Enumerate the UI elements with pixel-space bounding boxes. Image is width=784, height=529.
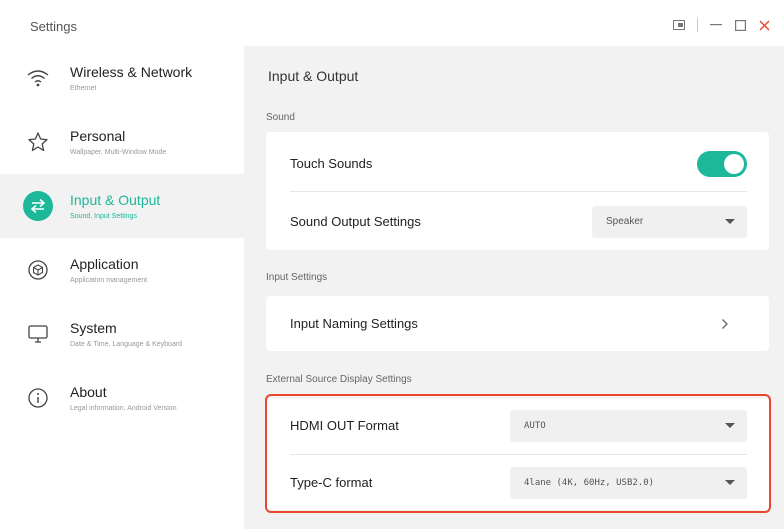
sound-output-row: Sound Output Settings Speaker [266, 194, 769, 249]
hdmi-out-row: HDMI OUT Format AUTO [266, 398, 769, 453]
caret-down-icon [725, 423, 735, 428]
section-label-external: External Source Display Settings [266, 374, 412, 385]
section-label-sound: Sound [266, 112, 295, 123]
info-icon [23, 383, 53, 413]
monitor-icon [23, 319, 53, 349]
main-panel: Input & Output Sound Touch Sounds Sound … [244, 46, 784, 529]
toggle-knob [724, 153, 744, 174]
title-bar: Settings [0, 0, 784, 46]
sidebar-item-input-output[interactable]: Input & Output Sound, Input Settings [0, 174, 244, 238]
type-c-row: Type-C format 4lane (4K, 60Hz, USB2.0) [266, 455, 769, 510]
input-naming-label: Input Naming Settings [290, 316, 418, 331]
sidebar: Wireless & Network Ethernet Personal Wal… [0, 46, 244, 529]
sidebar-item-label: Input & Output [70, 191, 161, 208]
external-display-card: HDMI OUT Format AUTO Type-C format 4lane… [266, 398, 769, 510]
picture-in-picture-icon[interactable] [667, 14, 691, 36]
sound-output-select[interactable]: Speaker [592, 205, 747, 238]
hdmi-out-label: HDMI OUT Format [290, 418, 399, 433]
cube-icon [23, 255, 53, 285]
sidebar-item-label: System [70, 319, 117, 336]
star-icon [23, 127, 53, 157]
sidebar-item-sublabel: Wallpaper, Multi-Window Mode [70, 148, 167, 156]
wifi-icon [23, 63, 53, 93]
maximize-icon[interactable] [728, 14, 752, 36]
row-divider [290, 191, 747, 192]
controls-divider [697, 18, 698, 32]
chevron-right-icon [722, 318, 728, 329]
type-c-label: Type-C format [290, 475, 373, 490]
close-icon[interactable] [752, 14, 776, 36]
sidebar-item-label: Application [70, 255, 139, 272]
sidebar-item-label: About [70, 383, 107, 400]
hdmi-out-value: AUTO [524, 420, 546, 431]
sidebar-item-label: Personal [70, 127, 126, 144]
sidebar-item-application[interactable]: Application Application management [0, 238, 244, 302]
caret-down-icon [725, 480, 735, 485]
sidebar-item-sublabel: Ethernet [70, 84, 97, 92]
input-card: Input Naming Settings [266, 296, 769, 351]
swap-arrows-icon [23, 191, 53, 221]
sidebar-item-sublabel: Sound, Input Settings [70, 212, 137, 220]
sidebar-item-sublabel: Legal information, Android Version [70, 404, 177, 412]
section-label-input: Input Settings [266, 272, 328, 283]
touch-sounds-toggle[interactable] [697, 150, 747, 177]
sidebar-item-sublabel: Date & Time, Language & Keyboard [70, 340, 183, 348]
type-c-value: 4lane (4K, 60Hz, USB2.0) [524, 477, 655, 488]
caret-down-icon [725, 219, 735, 224]
app-title: Settings [30, 19, 77, 34]
sidebar-item-about[interactable]: About Legal information, Android Version [0, 366, 244, 430]
page-title: Input & Output [268, 68, 359, 84]
sound-output-label: Sound Output Settings [290, 214, 421, 229]
input-naming-row[interactable]: Input Naming Settings [266, 296, 769, 351]
sound-output-value: Speaker [606, 216, 644, 227]
sidebar-item-wireless-network[interactable]: Wireless & Network Ethernet [0, 46, 244, 110]
touch-sounds-label: Touch Sounds [290, 156, 373, 171]
window-controls [667, 14, 776, 36]
touch-sounds-row[interactable]: Touch Sounds [266, 136, 769, 191]
sidebar-item-label: Wireless & Network [70, 63, 193, 80]
sound-card: Touch Sounds Sound Output Settings Speak… [266, 132, 769, 250]
type-c-select[interactable]: 4lane (4K, 60Hz, USB2.0) [510, 466, 747, 499]
sidebar-item-sublabel: Application management [70, 276, 148, 284]
hdmi-out-select[interactable]: AUTO [510, 409, 747, 442]
minimize-icon[interactable] [704, 14, 728, 36]
sidebar-item-personal[interactable]: Personal Wallpaper, Multi-Window Mode [0, 110, 244, 174]
sidebar-item-system[interactable]: System Date & Time, Language & Keyboard [0, 302, 244, 366]
